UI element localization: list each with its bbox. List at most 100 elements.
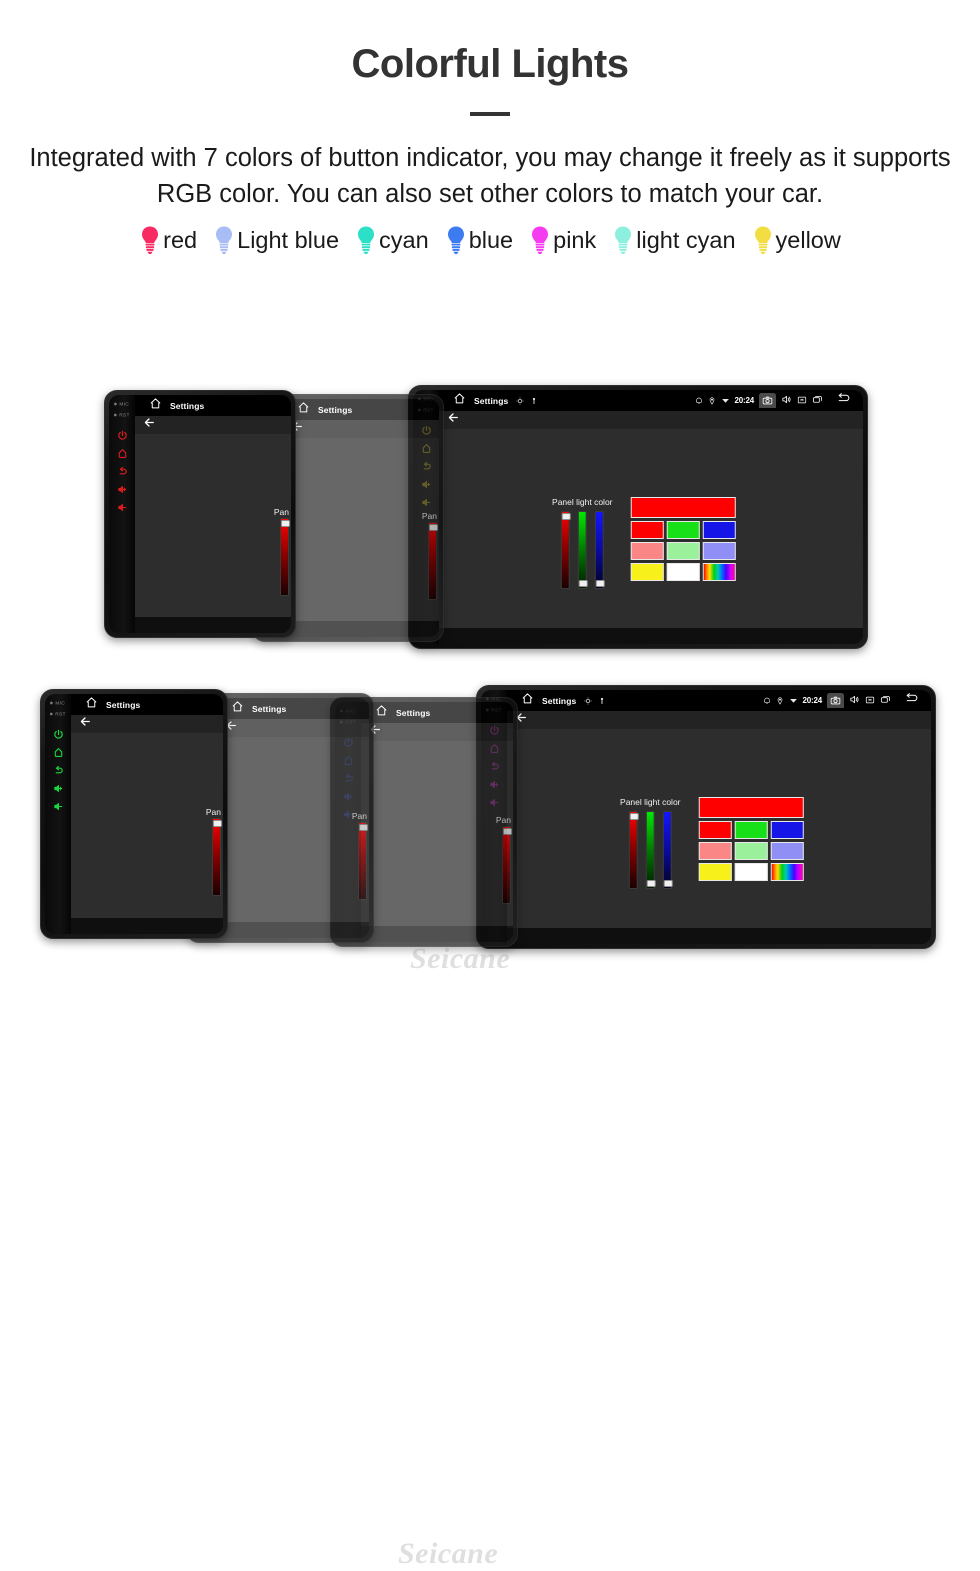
screen-title: Settings <box>474 395 509 406</box>
head-unit-red: MIC RST Settings Pan <box>104 390 296 638</box>
home-icon[interactable] <box>453 392 466 410</box>
slider-group <box>628 810 673 889</box>
swatch-white[interactable] <box>666 562 700 581</box>
swatch-row <box>698 841 804 860</box>
swatch-light-green[interactable] <box>666 541 700 560</box>
recents-icon[interactable] <box>812 392 823 410</box>
camera-icon[interactable] <box>827 693 844 708</box>
slider-green[interactable] <box>645 810 656 889</box>
volume-icon[interactable] <box>849 692 860 710</box>
bulb-icon <box>358 226 375 255</box>
power-icon[interactable] <box>117 430 128 441</box>
slider-red[interactable] <box>428 522 438 601</box>
slider-blue[interactable] <box>594 510 605 589</box>
return-icon[interactable] <box>53 765 64 776</box>
status-bar: Settings <box>283 399 439 420</box>
slider-red[interactable] <box>628 810 639 889</box>
slider-knob[interactable] <box>646 879 656 887</box>
slider-knob[interactable] <box>663 879 673 887</box>
slider-knob[interactable] <box>428 524 438 532</box>
close-box-icon[interactable] <box>797 392 807 410</box>
back-arrow-icon[interactable] <box>836 392 851 410</box>
swatch-light-blue[interactable] <box>770 841 804 860</box>
status-bar: Settings 20:24 <box>507 690 931 711</box>
recents-icon[interactable] <box>880 692 891 710</box>
legend-label: light cyan <box>636 226 736 253</box>
panel-light-color-label-truncated: Pan <box>205 807 221 817</box>
color-legend: red Light blue cyan blue pink light cyan <box>0 225 980 255</box>
panel-light-color-label-truncated: Pan <box>421 511 437 522</box>
slider-red[interactable] <box>560 510 571 589</box>
volume-down-icon[interactable] <box>53 801 64 812</box>
device-bezel: MIC RST Settings Pan <box>109 395 291 633</box>
bulb-icon <box>754 226 771 255</box>
device-screen: Settings Pan <box>283 399 439 637</box>
bulb-icon <box>216 226 233 255</box>
device-screen: Settings 20:24 Panel light color <box>439 390 863 644</box>
swatch-rainbow[interactable] <box>702 562 736 581</box>
home-icon[interactable] <box>149 397 162 415</box>
home-icon[interactable] <box>117 448 128 459</box>
return-icon[interactable] <box>117 466 128 477</box>
screen-bottom-edge <box>135 617 291 633</box>
rst-indicator: RST <box>114 412 130 417</box>
slider-knob[interactable] <box>280 520 290 528</box>
swatch-blue[interactable] <box>702 520 736 539</box>
screen-content: Pan <box>361 741 513 926</box>
mic-label: MIC <box>119 401 130 407</box>
swatch-row <box>630 520 736 539</box>
swatch-white[interactable] <box>734 862 768 881</box>
home-icon[interactable] <box>297 401 310 419</box>
slider-green[interactable] <box>577 510 588 589</box>
slider-red[interactable] <box>212 818 222 897</box>
slider-knob[interactable] <box>595 579 605 587</box>
volume-down-icon[interactable] <box>117 502 128 513</box>
slider-red[interactable] <box>502 826 512 905</box>
slider-knob[interactable] <box>561 512 571 520</box>
status-bar: Settings 20:24 <box>439 390 863 411</box>
home-icon[interactable] <box>53 747 64 758</box>
swatch-green[interactable] <box>666 520 700 539</box>
swatch-rainbow[interactable] <box>770 862 804 881</box>
back-arrow-icon[interactable] <box>447 411 460 429</box>
legend-item-blue: blue <box>445 225 513 255</box>
rgb-sliders: Panel light color <box>552 497 613 589</box>
back-arrow-icon[interactable] <box>904 692 919 710</box>
status-mid-icons <box>516 392 538 410</box>
swatch-light-red[interactable] <box>630 541 664 560</box>
slider-blue[interactable] <box>662 810 673 889</box>
panel-light-color-label: Panel light color <box>620 796 681 807</box>
slider-red[interactable] <box>358 822 368 901</box>
volume-icon[interactable] <box>781 392 792 410</box>
slider-knob[interactable] <box>629 812 639 820</box>
swatch-red[interactable] <box>630 520 664 539</box>
status-time: 20:24 <box>734 396 755 405</box>
back-arrow-icon[interactable] <box>143 416 156 434</box>
home-icon[interactable] <box>85 696 98 714</box>
slider-knob[interactable] <box>212 820 222 828</box>
home-icon[interactable] <box>231 700 244 718</box>
slider-group <box>560 510 605 589</box>
swatch-yellow[interactable] <box>698 862 732 881</box>
swatch-green[interactable] <box>734 820 768 839</box>
device-screen: Settings Pan <box>135 395 291 633</box>
power-icon[interactable] <box>53 729 64 740</box>
close-box-icon[interactable] <box>865 692 875 710</box>
slider-red[interactable] <box>280 518 290 597</box>
slider-knob[interactable] <box>502 828 512 836</box>
volume-up-icon[interactable] <box>53 783 64 794</box>
swatch-light-blue[interactable] <box>702 541 736 560</box>
home-icon[interactable] <box>521 692 534 710</box>
slider-knob[interactable] <box>358 824 368 832</box>
back-arrow-icon[interactable] <box>79 715 92 733</box>
title-divider <box>470 112 510 116</box>
swatch-light-red[interactable] <box>698 841 732 860</box>
swatch-blue[interactable] <box>770 820 804 839</box>
volume-up-icon[interactable] <box>117 484 128 495</box>
swatch-light-green[interactable] <box>734 841 768 860</box>
swatch-yellow[interactable] <box>630 562 664 581</box>
slider-knob[interactable] <box>578 579 588 587</box>
home-icon[interactable] <box>375 704 388 722</box>
swatch-red[interactable] <box>698 820 732 839</box>
camera-icon[interactable] <box>759 393 776 408</box>
